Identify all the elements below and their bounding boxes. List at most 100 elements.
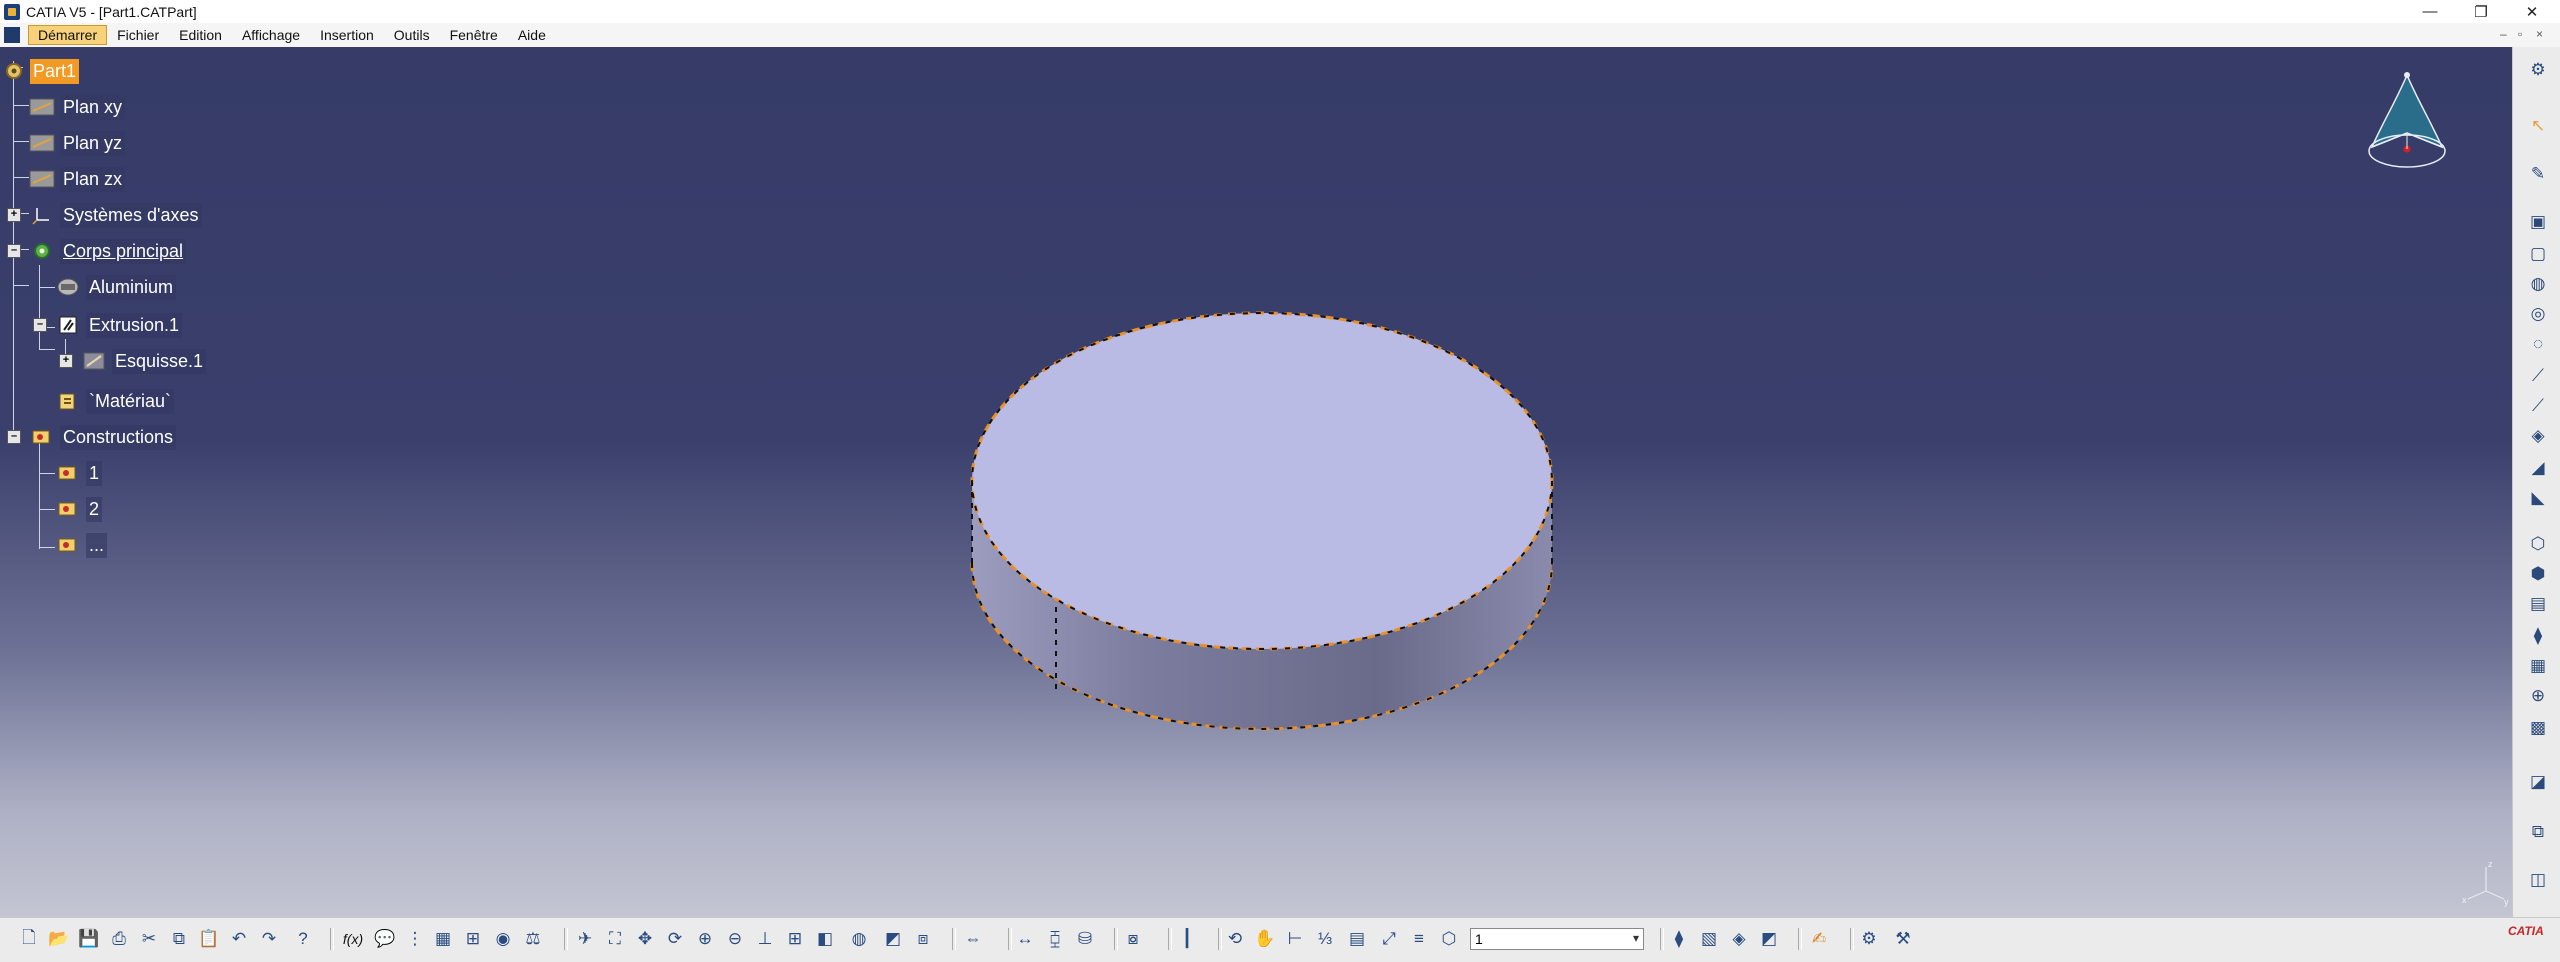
thickness-icon[interactable]: ▤ <box>2525 591 2551 617</box>
zoom-out-icon[interactable]: ⊖ <box>722 926 748 952</box>
fly-mode-icon[interactable]: ✈ <box>572 926 598 952</box>
measure-icon[interactable]: ⇔ <box>960 926 986 952</box>
tree-label-plan-zx[interactable]: Plan zx <box>60 166 126 192</box>
layer-select[interactable]: 1 ▾ <box>1470 928 1644 950</box>
axis-display-icon[interactable]: ⊢ <box>1282 926 1308 952</box>
scale-icon[interactable]: ◪ <box>2525 769 2551 795</box>
render-icon[interactable]: ⧇ <box>1120 926 1146 952</box>
knowledge-icon[interactable]: ⋮ <box>402 926 428 952</box>
hide-show-icon[interactable]: ◩ <box>880 926 906 952</box>
remove-face-icon[interactable]: ▦ <box>2525 653 2551 679</box>
table-icon[interactable]: ▦ <box>430 926 456 952</box>
tree-node-constructions[interactable]: Constructions <box>28 423 177 451</box>
print-icon[interactable]: ⎙ <box>106 926 132 952</box>
tree-node-extrusion[interactable]: Extrusion.1 <box>54 311 183 339</box>
menu-demarrer[interactable]: Démarrer <box>28 25 108 45</box>
tree-label-material[interactable]: Aluminium <box>86 274 177 300</box>
tree-node-material[interactable]: Aluminium <box>54 273 177 301</box>
tree-node-sketch[interactable]: Esquisse.1 <box>80 347 207 375</box>
whats-this-icon[interactable]: ? <box>290 926 316 952</box>
layer-filter-icon[interactable]: ⬡ <box>1436 926 1462 952</box>
mass-icon[interactable]: ⛁ <box>1072 926 1098 952</box>
rib-icon[interactable]: ⟋ <box>2525 363 2551 389</box>
tree-node-construction-1[interactable]: 1 <box>54 459 103 487</box>
expand-toggle[interactable]: + <box>59 354 73 368</box>
fit-all-icon[interactable]: ⛶ <box>602 926 628 952</box>
split-icon[interactable]: ◫ <box>2525 867 2551 893</box>
cylinder-top-face[interactable] <box>972 313 1552 649</box>
axis-tool-icon[interactable]: ┃ <box>1174 926 1200 952</box>
undo-icon[interactable]: ↶ <box>226 926 252 952</box>
sketcher-icon[interactable]: ✎ <box>2525 161 2551 187</box>
boolean-icon[interactable]: ⧉ <box>2525 819 2551 845</box>
menu-outils[interactable]: Outils <box>384 25 440 45</box>
slot-icon[interactable]: ⟋ <box>2525 393 2551 419</box>
cut-icon[interactable]: ✂ <box>136 926 162 952</box>
new-file-icon[interactable]: 🗋 <box>16 926 42 952</box>
document-icon[interactable] <box>4 27 20 43</box>
pad-icon[interactable]: ▣ <box>2525 209 2551 235</box>
texture-icon[interactable]: ▧ <box>1696 926 1722 952</box>
tree-label-construction-2[interactable]: 2 <box>86 496 103 522</box>
zoom-in-icon[interactable]: ⊕ <box>692 926 718 952</box>
multi-section-solid-icon[interactable]: ◈ <box>2525 423 2551 449</box>
shading-icon[interactable]: ◍ <box>846 926 872 952</box>
filter-icon[interactable]: ⤢ <box>1376 926 1402 952</box>
analysis-icon[interactable]: ⚖ <box>520 926 546 952</box>
tree-label-main-body[interactable]: Corps principal <box>60 238 187 264</box>
mdi-close-icon[interactable]: × <box>2536 27 2543 41</box>
normal-view-icon[interactable]: ⊥ <box>752 926 778 952</box>
tree-node-plan-zx[interactable]: Plan zx <box>28 165 126 193</box>
tree-node-axis-systems[interactable]: Systèmes d'axes <box>28 201 202 229</box>
tree-label-plan-yz[interactable]: Plan yz <box>60 130 126 156</box>
paste-icon[interactable]: 📋 <box>196 926 222 952</box>
workbench-options-icon[interactable]: ⚒ <box>1890 926 1916 952</box>
tree-label-axis-systems[interactable]: Systèmes d'axes <box>60 202 202 228</box>
groove-icon[interactable]: ◌ <box>2525 331 2551 357</box>
catalog-icon[interactable]: ◉ <box>490 926 516 952</box>
swap-space-icon[interactable]: ⧈ <box>910 926 936 952</box>
mirror-icon[interactable]: ⊕ <box>2525 683 2551 709</box>
units-icon[interactable]: ⅓ <box>1312 926 1338 952</box>
distance-icon[interactable]: ↔ <box>1012 926 1038 952</box>
tree-label-sketch[interactable]: Esquisse.1 <box>112 348 207 374</box>
menu-affichage[interactable]: Affichage <box>232 25 310 45</box>
save-icon[interactable]: 💾 <box>76 926 102 952</box>
rotate-icon[interactable]: ⟳ <box>662 926 688 952</box>
tree-label-construction-3[interactable]: ... <box>86 532 108 558</box>
shell-icon[interactable]: ⬢ <box>2525 561 2551 587</box>
tree-node-part1[interactable]: Part1 <box>0 57 80 85</box>
environment-icon[interactable]: ◩ <box>1756 926 1782 952</box>
tree-node-material-param[interactable]: `Matériau` <box>54 387 175 415</box>
mdi-minimize-icon[interactable]: – <box>2500 27 2507 41</box>
tree-label-plan-xy[interactable]: Plan xy <box>60 94 126 120</box>
select-arrow-icon[interactable]: ↖ <box>2525 113 2551 139</box>
snap-icon[interactable]: ⟲ <box>1222 926 1248 952</box>
cylinder-part[interactable] <box>960 267 1560 747</box>
multi-view-icon[interactable]: ⊞ <box>782 926 808 952</box>
expand-toggle[interactable]: + <box>7 208 21 222</box>
menu-insertion[interactable]: Insertion <box>310 25 384 45</box>
iso-view-icon[interactable]: ◧ <box>812 926 838 952</box>
layer-stack-icon[interactable]: ≡ <box>1406 926 1432 952</box>
macro-icon[interactable]: ✍ <box>1806 926 1832 952</box>
collapse-toggle[interactable]: – <box>33 318 47 332</box>
layer-properties-icon[interactable]: ▤ <box>1344 926 1370 952</box>
tree-node-construction-3[interactable]: ... <box>54 531 108 559</box>
tree-node-main-body[interactable]: Corps principal <box>28 237 187 265</box>
workbench-switch-icon[interactable]: ⚙ <box>1856 926 1882 952</box>
collapse-toggle[interactable]: – <box>7 430 21 444</box>
menu-aide[interactable]: Aide <box>508 25 556 45</box>
chevron-down-icon[interactable]: ▾ <box>1633 931 1639 945</box>
pocket-icon[interactable]: ▢ <box>2525 241 2551 267</box>
pattern-icon[interactable]: ▩ <box>2525 715 2551 741</box>
hole-icon[interactable]: ◎ <box>2525 301 2551 327</box>
menu-fichier[interactable]: Fichier <box>107 25 169 45</box>
collapse-toggle[interactable]: – <box>7 244 21 258</box>
mdi-restore-icon[interactable]: ▫ <box>2518 27 2522 41</box>
copy-icon[interactable]: ⧉ <box>166 926 192 952</box>
tree-label-extrusion[interactable]: Extrusion.1 <box>86 312 183 338</box>
open-folder-icon[interactable]: 📂 <box>46 926 72 952</box>
tree-label-material-param[interactable]: `Matériau` <box>86 388 175 414</box>
draft-icon[interactable]: ⬡ <box>2525 531 2551 557</box>
